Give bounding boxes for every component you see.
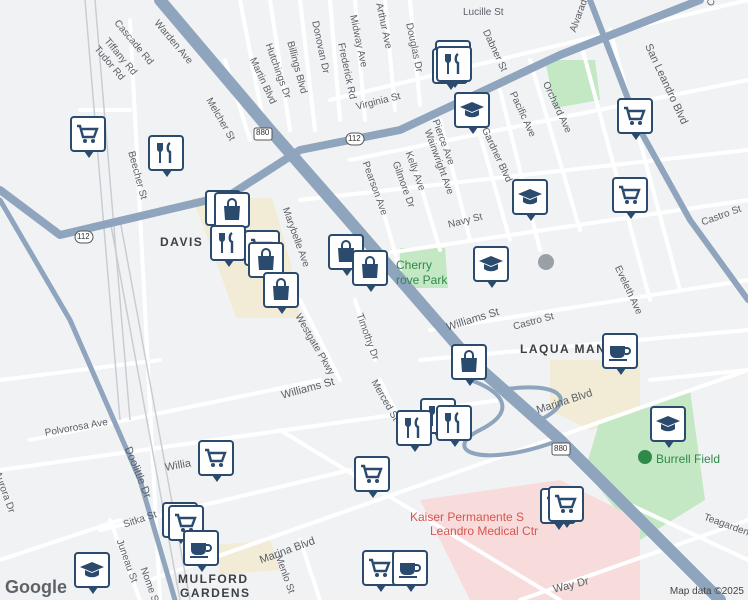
utensils-icon: [445, 412, 460, 433]
school-pin-icon: [538, 254, 554, 270]
shopping-bag-marker[interactable]: [352, 250, 388, 292]
shopping-cart-icon: [369, 558, 391, 577]
poi-label: Leandro Medical Ctr: [430, 524, 539, 538]
shopping-bag-icon: [224, 198, 240, 220]
shopping-bag-icon: [258, 248, 274, 270]
shopping-cart-icon: [624, 106, 646, 125]
coffee-cup-icon: [190, 543, 212, 558]
area-label: LAQUA MAN: [520, 342, 607, 356]
highway-shield-880: 880: [554, 444, 568, 453]
shopping-cart-icon: [361, 464, 383, 483]
utensils-icon: [445, 53, 460, 74]
shopping-cart-marker[interactable]: [548, 486, 584, 528]
coffee-cup-icon: [609, 346, 631, 361]
highway-shield-112: 112: [348, 134, 361, 143]
graduation-cap-icon: [518, 189, 542, 205]
shopping-bag-marker[interactable]: [451, 344, 487, 386]
graduation-cap-marker[interactable]: [650, 406, 686, 448]
park-label: Cherry: [396, 258, 433, 272]
shopping-bag-marker[interactable]: [263, 272, 299, 314]
coffee-cup-icon: [399, 563, 421, 578]
shopping-bag-icon: [461, 350, 477, 372]
shopping-cart-icon: [205, 448, 227, 467]
utensils-icon: [219, 232, 234, 253]
map-attribution: Map data ©2025: [669, 586, 744, 597]
graduation-cap-icon: [479, 256, 503, 272]
graduation-cap-icon: [460, 102, 484, 118]
park-label: Burrell Field: [656, 452, 721, 466]
coffee-cup-marker[interactable]: [183, 530, 219, 572]
shopping-cart-marker[interactable]: [70, 116, 106, 158]
coffee-cup-marker[interactable]: [392, 550, 428, 592]
area-label: DAVIS: [160, 235, 204, 249]
map-canvas[interactable]: Lucille St Clarke St Alvarado St San Lea…: [0, 0, 748, 600]
shopping-cart-icon: [619, 185, 641, 204]
shopping-cart-marker[interactable]: [617, 98, 653, 140]
utensils-icon: [405, 417, 420, 438]
utensils-marker[interactable]: [396, 410, 432, 452]
graduation-cap-icon: [656, 416, 680, 432]
graduation-cap-marker[interactable]: [454, 92, 490, 134]
highway-shield-880: 880: [256, 128, 270, 137]
graduation-cap-marker[interactable]: [74, 552, 110, 594]
shopping-cart-marker[interactable]: [612, 177, 648, 219]
shopping-bag-icon: [362, 256, 378, 278]
coffee-cup-marker[interactable]: [602, 333, 638, 375]
utensils-marker[interactable]: [436, 46, 472, 88]
shopping-bag-marker[interactable]: [214, 192, 250, 234]
area-label: GARDENS: [180, 586, 251, 600]
shopping-bag-icon: [273, 278, 289, 300]
poi-label: Kaiser Permanente S: [410, 510, 525, 524]
utensils-marker[interactable]: [210, 225, 246, 267]
highway-shield-112: 112: [77, 232, 90, 241]
graduation-cap-marker[interactable]: [512, 179, 548, 221]
graduation-cap-icon: [80, 562, 104, 578]
shopping-cart-icon: [77, 124, 99, 143]
area-label: MULFORD: [178, 572, 249, 586]
park-label: rove Park: [396, 273, 448, 287]
google-logo: Google: [5, 577, 67, 597]
graduation-cap-marker[interactable]: [473, 246, 509, 288]
park-pin-icon: [638, 450, 652, 464]
shopping-cart-marker[interactable]: [198, 440, 234, 482]
utensils-marker[interactable]: [436, 405, 472, 447]
shopping-cart-icon: [555, 494, 577, 513]
utensils-marker[interactable]: [148, 135, 184, 177]
utensils-icon: [157, 142, 172, 163]
street-label: Lucille St: [463, 7, 504, 18]
shopping-cart-marker[interactable]: [354, 456, 390, 498]
